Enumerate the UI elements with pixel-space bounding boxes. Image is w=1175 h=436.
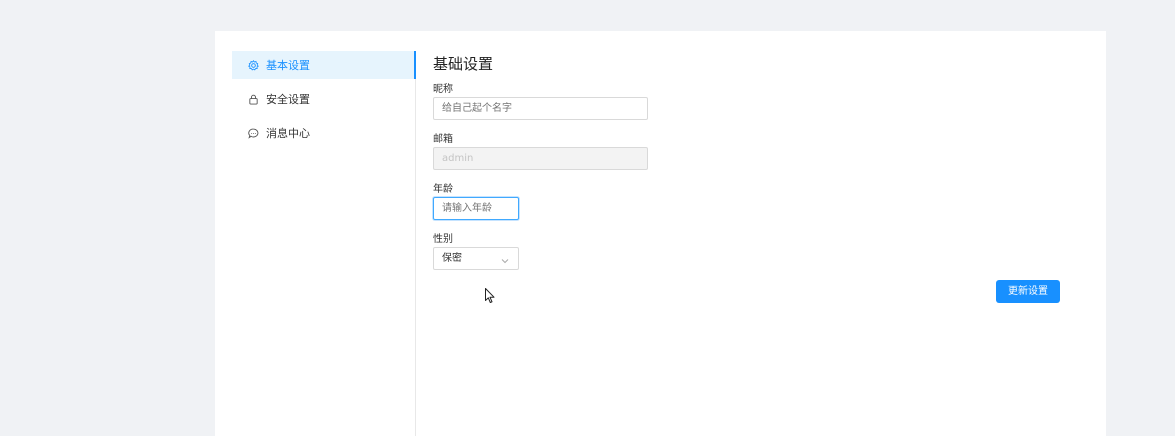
sidebar-item-label: 消息中心 [266,127,310,140]
nickname-input[interactable] [433,97,648,120]
email-label: 邮箱 [433,134,453,145]
age-input[interactable] [433,197,519,220]
settings-sidebar: 基本设置 安全设置 消息中心 [232,51,416,436]
settings-card: 基本设置 安全设置 消息中心 基础设置 昵称 邮箱 admin 年龄 性别 保密 [215,31,1106,436]
sidebar-item-security-settings[interactable]: 安全设置 [232,85,415,113]
mouse-cursor-icon [485,288,495,303]
chevron-down-icon [500,253,510,264]
email-field: admin [433,147,648,170]
message-icon [248,128,259,139]
sidebar-item-label: 安全设置 [266,93,310,106]
update-settings-button[interactable]: 更新设置 [996,280,1060,303]
gender-label: 性别 [433,234,453,245]
settings-form: 基础设置 昵称 邮箱 admin 年龄 性别 保密 [433,53,1073,270]
page-title: 基础设置 [433,55,494,73]
gear-icon [248,59,259,71]
gender-select-value: 保密 [442,253,462,264]
sidebar-item-label: 基本设置 [266,59,310,72]
sidebar-item-basic-settings[interactable]: 基本设置 [232,51,416,79]
nickname-label: 昵称 [433,84,453,95]
gender-select[interactable]: 保密 [433,247,519,270]
lock-icon [248,94,259,105]
sidebar-item-message-center[interactable]: 消息中心 [232,119,415,147]
age-label: 年龄 [433,184,453,195]
